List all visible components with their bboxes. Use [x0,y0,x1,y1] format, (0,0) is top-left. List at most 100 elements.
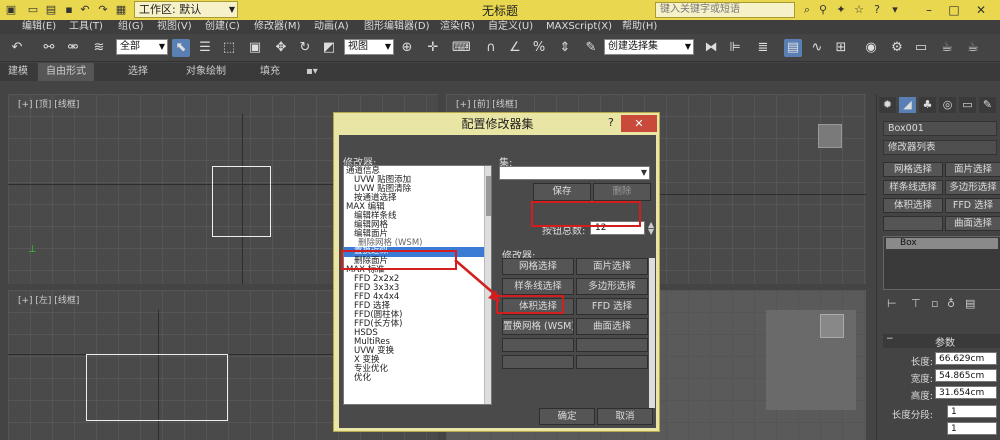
help-icon[interactable]: ? [870,3,884,17]
slot-button-8[interactable]: 曲面选择 [576,318,648,335]
cp-modifier-button[interactable] [883,216,943,231]
window-crossing-icon[interactable]: ▣ [246,39,264,57]
rollout-header[interactable]: − 参数 [883,334,1000,348]
spinner-icon[interactable]: ▲▼ [648,221,654,235]
utilities-tab-icon[interactable]: ✎ [979,97,996,113]
width-segs-input[interactable]: 1 [947,422,997,435]
material-editor-icon[interactable]: ◉ [862,39,880,57]
slot-button-3[interactable]: 样条线选择 [502,278,574,295]
hierarchy-tab-icon[interactable]: ♣ [919,97,936,113]
info-icon[interactable]: ▾ [888,3,902,17]
viewcube-icon[interactable] [818,124,842,148]
scene-explorer-icon[interactable]: ▤ [784,39,802,57]
ref-coord-dropdown[interactable]: 视图 ▼ [344,39,394,55]
cp-modifier-button[interactable]: 面片选择 [945,162,1000,177]
viewport-label-left[interactable]: [+] [左] [线框] [18,293,79,306]
menu-customize[interactable]: 自定义(U) [488,20,533,34]
display-tab-icon[interactable]: ▭ [959,97,976,113]
communication-icon[interactable]: ✦ [834,3,848,17]
create-tab-icon[interactable]: ✹ [879,97,896,113]
box-object[interactable] [212,166,271,237]
search-input[interactable]: 键入关键字或短语 [655,2,795,18]
modifier-list-dropdown[interactable]: 修改器列表 [883,140,997,155]
menu-group[interactable]: 组(G) [118,20,144,34]
app-icon[interactable]: ▣ [4,3,18,17]
unlink-icon[interactable]: ⚮ [64,39,82,57]
ribbon-tab-selection[interactable]: 选择 [120,63,156,81]
width-input[interactable]: 54.865cm [935,369,997,382]
viewport-label-top[interactable]: [+] [顶] [线框] [18,97,79,110]
height-input[interactable]: 31.654cm [935,386,997,399]
cp-modifier-button[interactable]: 多边形选择 [945,180,1000,195]
menu-tools[interactable]: 工具(T) [69,20,103,34]
ribbon-tab-freeform[interactable]: 自由形式 [38,63,94,81]
select-manipulate-icon[interactable]: ✛ [424,39,442,57]
help-button[interactable]: ? [608,116,614,129]
select-by-name-icon[interactable]: ☰ [196,39,214,57]
motion-tab-icon[interactable]: ◎ [939,97,956,113]
length-input[interactable]: 66.629cm [935,352,997,365]
slot-button-4[interactable]: 多边形选择 [576,278,648,295]
menu-help[interactable]: 帮助(H) [622,20,657,34]
slot-button-1[interactable]: 网格选择 [502,258,574,275]
ok-button[interactable]: 确定 [539,408,595,425]
slot-button-6[interactable]: FFD 选择 [576,298,648,315]
align-icon[interactable]: ⊫ [726,39,744,57]
menu-create[interactable]: 创建(C) [205,20,240,34]
modifier-stack[interactable]: Box [883,236,1000,290]
workspace-dropdown[interactable]: 工作区: 默认 ▼ [134,1,238,18]
modify-tab-icon[interactable]: ◢ [899,97,916,113]
list-item[interactable]: 优化 [344,374,371,383]
curve-editor-icon[interactable]: ∿ [808,39,826,57]
cp-modifier-button[interactable]: FFD 选择 [945,198,1000,213]
spinner-snap-icon[interactable]: ⇕ [556,39,574,57]
mirror-icon[interactable]: ⧓ [702,39,720,57]
move-icon[interactable]: ✥ [272,39,290,57]
scale-icon[interactable]: ◩ [320,39,338,57]
angle-snap-icon[interactable]: ∠ [506,39,524,57]
slot-button-12[interactable] [576,355,648,369]
menu-rendering[interactable]: 渲染(R) [440,20,475,34]
open-file-icon[interactable]: ▤ [44,3,58,17]
scrollbar-thumb[interactable] [486,176,492,216]
search-icon[interactable]: ⌕ [800,3,814,17]
save-icon[interactable]: ▪ [62,3,76,17]
minimize-button[interactable]: – [920,1,938,19]
slot-button-10[interactable] [576,338,648,352]
cp-modifier-button[interactable]: 体积选择 [883,198,943,213]
viewport-label-front[interactable]: [+] [前] [线框] [456,97,517,110]
rect-selection-icon[interactable]: ⬚ [220,39,238,57]
box-object[interactable] [86,354,228,421]
slot-button-2[interactable]: 面片选择 [576,258,648,275]
stack-item[interactable]: Box [886,238,998,249]
project-icon[interactable]: ▦ [114,3,128,17]
keyboard-shortcut-icon[interactable]: ⌨ [452,39,470,57]
make-unique-icon[interactable]: ▫ [931,297,938,310]
ribbon-tab-modeling[interactable]: 建模 [0,63,36,81]
percent-snap-icon[interactable]: % [530,39,548,57]
object-name-field[interactable]: Box001 [883,121,997,136]
configure-sets-icon[interactable]: ▤ [965,297,975,310]
slot-button-9[interactable] [502,338,574,352]
ribbon-tab-object-paint[interactable]: 对象绘制 [178,63,234,81]
menu-edit[interactable]: 编辑(E) [22,20,56,34]
remove-modifier-icon[interactable]: ♁ [947,297,955,310]
delete-set-button[interactable]: 删除 [593,183,651,201]
cp-modifier-button[interactable]: 网格选择 [883,162,943,177]
select-object-icon[interactable]: ⬉ [172,39,190,57]
slot-button-11[interactable] [502,355,574,369]
cp-modifier-button[interactable]: 样条线选择 [883,180,943,195]
bind-space-warp-icon[interactable]: ≋ [90,39,108,57]
pivot-icon[interactable]: ⊕ [398,39,416,57]
close-dialog-button[interactable]: ✕ [621,115,657,132]
link-icon[interactable]: ⚯ [40,39,58,57]
show-end-result-icon[interactable]: ⊤ [911,297,921,310]
render-icon[interactable]: ☕ [938,39,956,57]
close-window-button[interactable]: ✕ [972,1,990,19]
menu-views[interactable]: 视图(V) [157,20,192,34]
cancel-button[interactable]: 取消 [597,408,653,425]
save-set-button[interactable]: 保存 [533,183,591,201]
render-setup-icon[interactable]: ⚙ [888,39,906,57]
render-frame-icon[interactable]: ▭ [912,39,930,57]
subscription-icon[interactable]: ⚲ [816,3,830,17]
